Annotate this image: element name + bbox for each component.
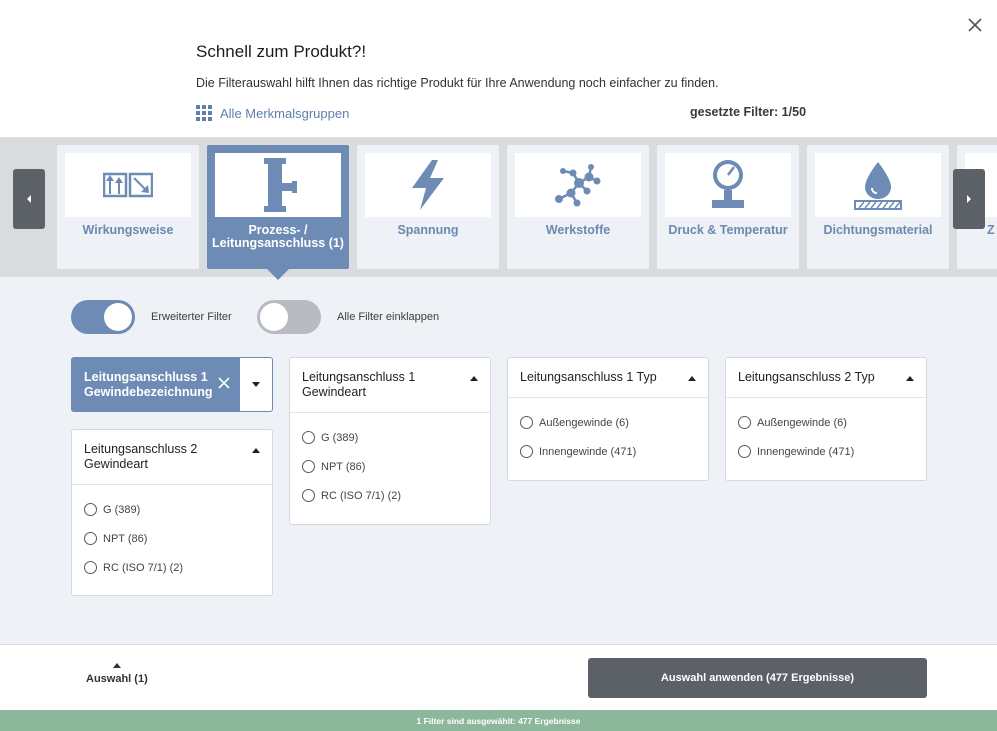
category-wirkungsweise[interactable]: Wirkungsweise xyxy=(57,145,199,269)
selection-summary-button[interactable]: Auswahl (1) xyxy=(86,663,148,685)
filter-card-leitungsanschluss-2-gewindeart: Leitungsanschluss 2 Gewindeart G (389) N… xyxy=(71,429,273,596)
lightning-icon xyxy=(412,160,444,210)
filter-card-leitungsanschluss-1-gewindeart: Leitungsanschluss 1 Gewindeart G (389) N… xyxy=(289,357,491,525)
selected-filter-label: Leitungsanschluss 1 Gewindebezeichnung xyxy=(84,370,213,399)
filter-option[interactable]: Außengewinde (6) xyxy=(520,408,696,437)
category-spannung[interactable]: Spannung xyxy=(357,145,499,269)
radio-button[interactable] xyxy=(738,445,751,458)
category-carousel: Wirkungsweise Prozess- / Leitungsanschlu… xyxy=(0,137,997,277)
chevron-up-icon xyxy=(112,663,121,668)
dialog-subtitle: Die Filterauswahl hilft Ihnen das richti… xyxy=(196,76,719,90)
filter-card-header[interactable]: Leitungsanschluss 1 Typ xyxy=(508,358,708,398)
all-groups-label: Alle Merkmalsgruppen xyxy=(220,105,350,121)
chevron-right-icon xyxy=(967,195,971,203)
radio-button[interactable] xyxy=(738,416,751,429)
selected-filter-card[interactable]: Leitungsanschluss 1 Gewindebezeichnung xyxy=(71,357,273,412)
chevron-left-icon xyxy=(27,195,31,203)
radio-button[interactable] xyxy=(302,431,315,444)
carousel-next-button[interactable] xyxy=(953,169,985,229)
filter-card-leitungsanschluss-2-typ: Leitungsanschluss 2 Typ Außengewinde (6)… xyxy=(725,357,927,481)
chevron-up-icon xyxy=(470,376,478,381)
filter-panel: Erweiterter Filter Alle Filter einklappe… xyxy=(0,277,997,644)
extended-filter-label: Erweiterter Filter xyxy=(151,311,232,323)
filter-card-header[interactable]: Leitungsanschluss 2 Gewindeart xyxy=(72,430,272,485)
chevron-down-icon xyxy=(252,382,260,387)
active-category-pointer xyxy=(266,268,290,280)
collapse-all-toggle[interactable] xyxy=(257,300,321,334)
category-label: Werkstoffe xyxy=(545,223,611,237)
chevron-up-icon xyxy=(252,448,260,453)
apply-selection-button[interactable]: Auswahl anwenden (477 Ergebnisse) xyxy=(588,658,927,698)
filter-card-leitungsanschluss-1-typ: Leitungsanschluss 1 Typ Außengewinde (6)… xyxy=(507,357,709,481)
filter-card-header[interactable]: Leitungsanschluss 1 Gewindeart xyxy=(290,358,490,413)
category-druck-temperatur[interactable]: Druck & Temperatur xyxy=(657,145,799,269)
category-dichtungsmaterial[interactable]: Dichtungsmaterial xyxy=(807,145,949,269)
pressure-gauge-icon xyxy=(712,160,744,208)
close-icon xyxy=(218,377,230,389)
radio-button[interactable] xyxy=(520,416,533,429)
filter-option[interactable]: Innengewinde (471) xyxy=(520,437,696,466)
category-label: Wirkungsweise xyxy=(82,223,174,237)
filter-option[interactable]: NPT (86) xyxy=(302,452,478,481)
category-werkstoffe[interactable]: Werkstoffe xyxy=(507,145,649,269)
filter-card-header[interactable]: Leitungsanschluss 2 Typ xyxy=(726,358,926,398)
filter-option[interactable]: RC (ISO 7/1) (2) xyxy=(302,481,478,510)
dialog-footer: Auswahl (1) Auswahl anwenden (477 Ergebn… xyxy=(0,644,997,710)
filter-dialog: Schnell zum Produkt?! Die Filterauswahl … xyxy=(0,0,997,731)
extended-filter-toggle[interactable] xyxy=(71,300,135,334)
chevron-up-icon xyxy=(906,376,914,381)
close-icon xyxy=(968,18,982,32)
chevron-up-icon xyxy=(688,376,696,381)
filter-option[interactable]: RC (ISO 7/1) (2) xyxy=(84,553,260,582)
selected-filter-dropdown[interactable] xyxy=(240,358,272,411)
category-label: Druck & Temperatur xyxy=(668,223,788,237)
radio-button[interactable] xyxy=(84,561,97,574)
flow-arrows-icon xyxy=(103,172,153,198)
molecule-icon xyxy=(555,164,601,207)
filters-set-count: gesetzte Filter: 1/50 xyxy=(690,105,807,119)
radio-button[interactable] xyxy=(520,445,533,458)
radio-button[interactable] xyxy=(84,532,97,545)
filter-option[interactable]: NPT (86) xyxy=(84,524,260,553)
category-prozess-leitungsanschluss[interactable]: Prozess- / Leitungsanschluss (1) xyxy=(207,145,349,269)
close-button[interactable] xyxy=(962,12,988,38)
category-label: Z xyxy=(987,223,995,237)
collapse-all-label: Alle Filter einklappen xyxy=(337,311,440,323)
category-label: Dichtungsmaterial xyxy=(823,223,933,237)
filter-option[interactable]: G (389) xyxy=(302,423,478,452)
radio-button[interactable] xyxy=(84,503,97,516)
pipe-connection-icon xyxy=(264,158,297,212)
filter-option[interactable]: G (389) xyxy=(84,495,260,524)
dialog-title: Schnell zum Produkt?! xyxy=(196,42,367,61)
radio-button[interactable] xyxy=(302,460,315,473)
status-bar: 1 Filter sind ausgewählt: 477 Ergebnisse xyxy=(0,710,997,731)
carousel-prev-button[interactable] xyxy=(13,169,45,229)
filter-option[interactable]: Außengewinde (6) xyxy=(738,408,914,437)
grid-icon xyxy=(196,105,212,121)
remove-filter-button[interactable] xyxy=(217,376,231,390)
radio-button[interactable] xyxy=(302,489,315,502)
category-label: Spannung xyxy=(397,223,459,237)
filter-option[interactable]: Innengewinde (471) xyxy=(738,437,914,466)
all-groups-link[interactable]: Alle Merkmalsgruppen xyxy=(196,105,349,121)
category-label: Prozess- / Leitungsanschluss (1) xyxy=(212,223,344,250)
seal-drop-icon xyxy=(854,162,902,210)
